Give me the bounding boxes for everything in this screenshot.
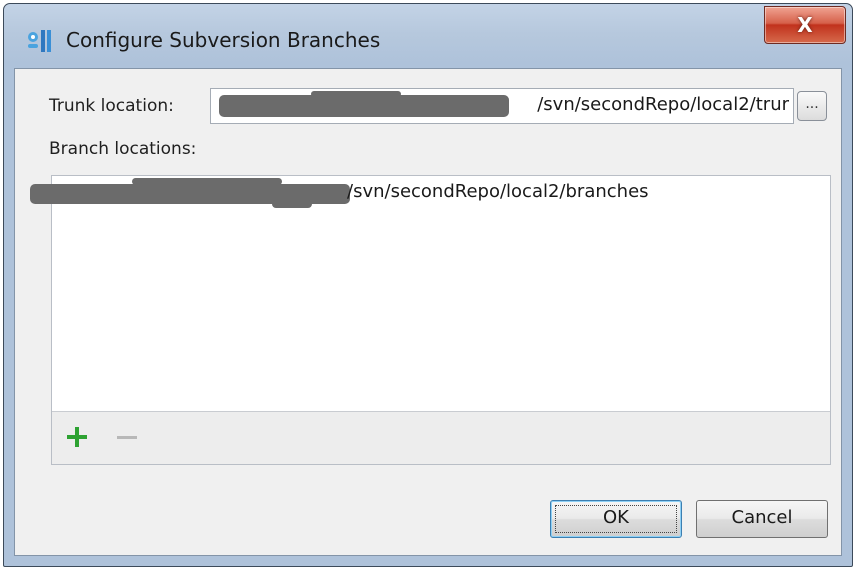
redacted-host <box>272 200 312 208</box>
branch-location-value: /svn/secondRepo/local2/branches <box>347 181 649 202</box>
close-button[interactable]: X <box>764 6 846 44</box>
redacted-host <box>132 178 282 185</box>
redacted-host <box>311 91 401 97</box>
cancel-button[interactable]: Cancel <box>696 500 828 538</box>
browse-trunk-button[interactable]: ... <box>797 91 827 121</box>
window-title: Configure Subversion Branches <box>66 28 381 52</box>
cancel-button-label: Cancel <box>731 507 793 528</box>
branch-locations-label: Branch locations: <box>49 139 197 159</box>
close-icon: X <box>797 13 813 37</box>
title-bar[interactable]: Configure Subversion Branches X <box>4 4 852 66</box>
focus-ring <box>555 505 677 533</box>
trunk-location-label: Trunk location: <box>49 96 174 116</box>
trunk-location-value: /svn/secondRepo/local2/trur <box>537 94 789 115</box>
add-branch-button[interactable] <box>64 424 90 450</box>
list-item[interactable]: /svn/secondRepo/local2/branches <box>30 178 830 208</box>
remove-branch-button[interactable] <box>114 424 140 450</box>
list-toolbar <box>52 411 830 464</box>
branch-locations-list[interactable]: /svn/secondRepo/local2/branches <box>30 175 831 465</box>
redacted-host <box>219 95 509 117</box>
minus-icon <box>117 436 137 439</box>
dialog-window: Configure Subversion Branches X Trunk lo… <box>3 3 853 567</box>
ok-button[interactable]: OK <box>550 500 682 538</box>
trunk-location-input[interactable]: /svn/secondRepo/local2/trur <box>210 88 794 124</box>
dialog-content: Trunk location: /svn/secondRepo/local2/t… <box>14 68 842 556</box>
app-logo-icon <box>24 26 54 56</box>
plus-icon <box>67 427 87 447</box>
